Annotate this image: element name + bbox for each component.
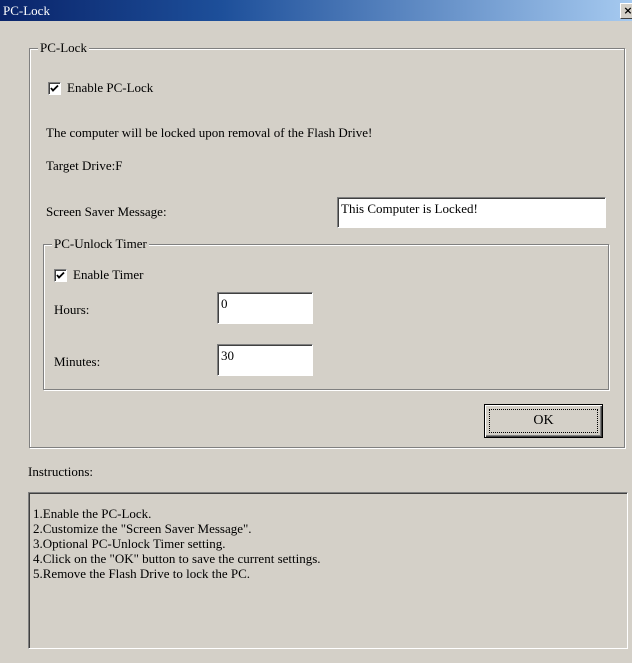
minutes-input[interactable]: 30 bbox=[217, 344, 313, 376]
hours-input[interactable]: 0 bbox=[217, 292, 313, 324]
screen-saver-message-value: This Computer is Locked! bbox=[341, 201, 478, 216]
close-icon: × bbox=[623, 4, 632, 17]
instruction-line: 4.Click on the "OK" button to save the c… bbox=[33, 551, 321, 566]
minutes-value: 30 bbox=[221, 348, 234, 363]
target-drive-label: Target Drive:F bbox=[46, 158, 123, 173]
pc-lock-dialog: PC-Lock × PC-Lock Enable PC-Lock The com… bbox=[0, 0, 632, 663]
screen-saver-message-input[interactable]: This Computer is Locked! bbox=[337, 197, 606, 228]
pc-unlock-timer-legend: PC-Unlock Timer bbox=[52, 236, 149, 252]
window-title: PC-Lock bbox=[3, 3, 50, 18]
screen-saver-message-label: Screen Saver Message: bbox=[46, 204, 167, 219]
instructions-text-box: 1.Enable the PC-Lock. 2.Customize the "S… bbox=[28, 492, 628, 649]
instruction-line: 5.Remove the Flash Drive to lock the PC. bbox=[33, 566, 251, 581]
instructions-heading: Instructions: bbox=[28, 464, 93, 479]
close-button[interactable]: × bbox=[620, 3, 632, 19]
instruction-line: 3.Optional PC-Unlock Timer setting. bbox=[33, 536, 226, 551]
instruction-line: 2.Customize the "Screen Saver Message". bbox=[33, 521, 252, 536]
ok-button[interactable]: OK bbox=[484, 404, 603, 438]
removal-notice: The computer will be locked upon removal… bbox=[46, 125, 373, 140]
enable-timer-label[interactable]: Enable Timer bbox=[73, 267, 143, 283]
instruction-line: 1.Enable the PC-Lock. bbox=[33, 506, 152, 521]
checkmark-icon bbox=[50, 84, 59, 92]
checkmark-icon bbox=[56, 271, 65, 279]
focus-rectangle bbox=[489, 409, 598, 433]
pc-unlock-timer-group: PC-Unlock Timer bbox=[43, 236, 609, 390]
enable-pc-lock-label[interactable]: Enable PC-Lock bbox=[67, 80, 153, 96]
title-bar[interactable]: PC-Lock × bbox=[0, 0, 632, 21]
hours-value: 0 bbox=[221, 296, 228, 311]
pc-lock-group-legend: PC-Lock bbox=[38, 40, 89, 56]
enable-timer-checkbox[interactable] bbox=[54, 269, 67, 282]
enable-pc-lock-checkbox[interactable] bbox=[48, 82, 61, 95]
hours-label: Hours: bbox=[54, 302, 90, 317]
minutes-label: Minutes: bbox=[54, 354, 101, 369]
